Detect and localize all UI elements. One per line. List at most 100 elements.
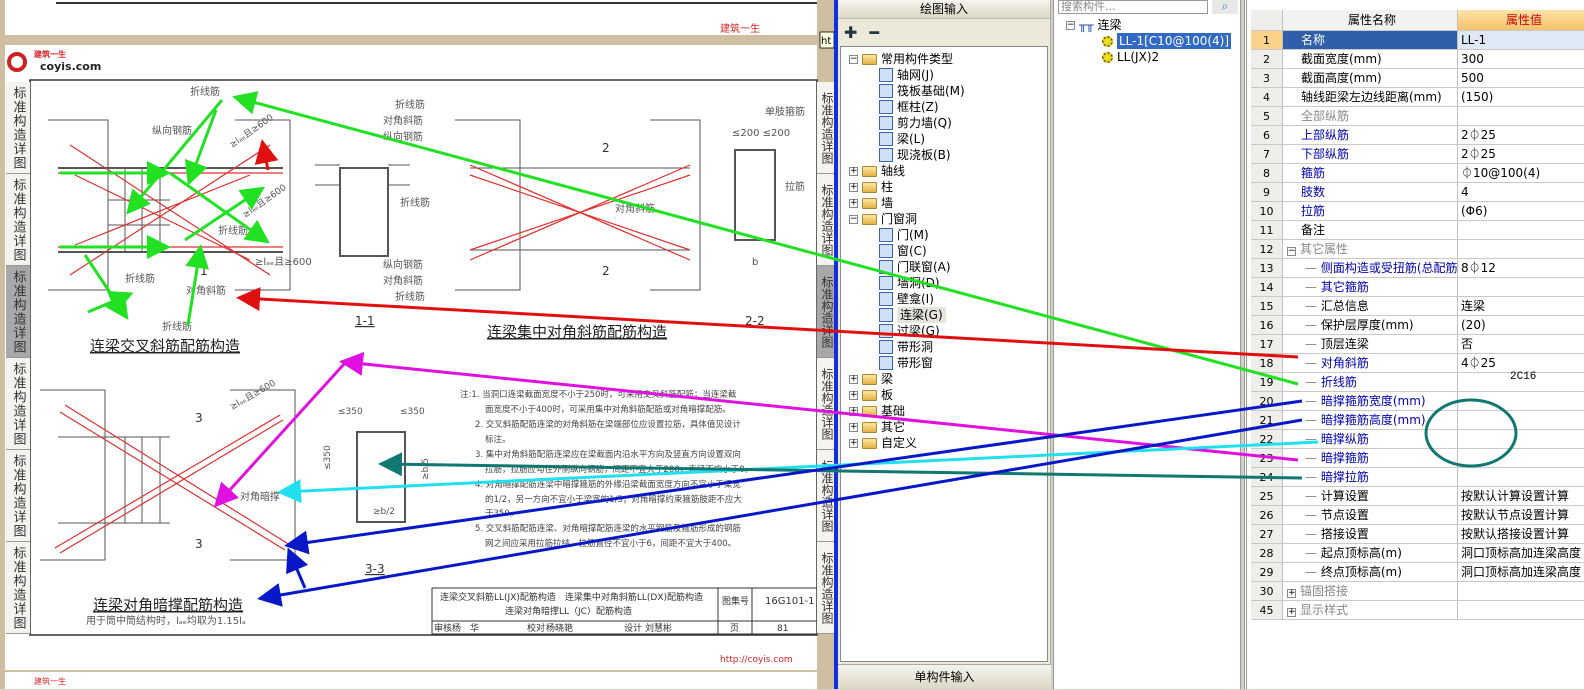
list-item[interactable]: LL(JX)2 [1102,49,1159,65]
tree-item[interactable]: 过梁(G) [879,323,940,339]
property-value[interactable]: 2⏀25 [1458,145,1584,163]
tab-single-component-input[interactable]: 单构件输入 [838,664,1051,689]
collapse-icon[interactable]: − [849,54,858,64]
property-value[interactable] [1458,221,1584,239]
property-value[interactable]: 连梁 [1458,297,1584,315]
tree-item[interactable]: 筏板基础(M) [879,83,965,99]
tree-item[interactable]: 框柱(Z) [879,99,939,115]
right-tab[interactable]: 标准构造详图 [817,174,834,266]
property-value[interactable]: 否 [1458,335,1584,353]
tree-item[interactable]: 壁龛(I) [879,291,934,307]
property-row[interactable]: 1 名称 LL-1 [1251,31,1584,50]
expand-all-icon[interactable]: ✚ [844,23,857,42]
property-row[interactable]: 13— 侧面构造或受扭筋(总配筋值)8⏀12 [1251,259,1584,278]
property-row[interactable]: 28— 起点顶标高(m) 洞口顶标高加连梁高度 [1251,544,1584,563]
property-row[interactable]: 10 拉筋 (Φ6) [1251,202,1584,221]
tree-item[interactable]: 带形洞 [879,339,933,355]
property-value[interactable]: 按默认搭接设置计算 [1458,525,1584,543]
side-tab-selected[interactable]: 标准构造详图 [6,266,30,358]
property-row[interactable]: 5 全部纵筋 [1251,107,1584,126]
expand-icon[interactable]: + [849,422,858,432]
tab-drawing-input[interactable]: 绘图输入 [838,0,1050,19]
property-value[interactable]: LL-1 [1458,31,1584,49]
collapse-icon[interactable]: − [849,214,858,224]
property-row[interactable]: 21— 暗撑箍筋高度(mm) [1251,411,1584,430]
property-row[interactable]: 9 肢数 4 [1251,183,1584,202]
right-tab[interactable]: 标准构造详图 [817,266,834,358]
property-value[interactable] [1458,430,1584,448]
property-row[interactable]: 8 箍筋 ⏀10@100(4) [1251,164,1584,183]
property-row[interactable]: 20— 暗撑箍筋宽度(mm) [1251,392,1584,411]
side-tab[interactable]: 标准构造详图 [6,82,30,174]
property-value[interactable]: 按默认节点设置计算 [1458,506,1584,524]
property-row[interactable]: 25— 计算设置 按默认计算设置计算 [1251,487,1584,506]
tree-item[interactable]: 门(M) [879,227,929,243]
list-root[interactable]: − ╥╥ 连梁 [1066,17,1121,33]
tree-item[interactable]: − 常用构件类型 [849,51,953,67]
property-row[interactable]: 19— 折线筋 [1251,373,1584,392]
side-tab[interactable]: 标准构造详图 [6,174,30,266]
property-row[interactable]: 29— 终点顶标高(m) 洞口顶标高加连梁高度 [1251,563,1584,582]
tree-item[interactable]: + 柱 [849,179,893,195]
tree-item[interactable]: 梁(L) [879,131,925,147]
property-value[interactable]: 洞口顶标高加连梁高度 [1458,563,1584,581]
tree-item[interactable]: 现浇板(B) [879,147,951,163]
side-tab[interactable]: 标准构造详图 [6,450,30,542]
tree-item[interactable]: − 门窗洞 [849,211,917,227]
expand-icon[interactable]: + [1287,608,1296,617]
tree-item[interactable]: + 基础 [849,403,905,419]
property-value[interactable]: 4⏀25 [1458,354,1584,372]
property-value[interactable] [1458,107,1584,125]
tree-item[interactable]: 窗(C) [879,243,927,259]
tree-item[interactable]: 门联窗(A) [879,259,951,275]
property-value[interactable]: 2⏀25 [1458,126,1584,144]
property-row[interactable]: 17— 顶层连梁否 [1251,335,1584,354]
right-tab[interactable]: 标准构造详图 [817,82,834,174]
property-value[interactable]: (20) [1458,316,1584,334]
property-value[interactable] [1458,278,1584,296]
property-value[interactable]: 8⏀12 [1458,259,1584,277]
property-value[interactable] [1458,392,1584,410]
side-tab[interactable]: 标准构造详图 [6,542,30,634]
list-item[interactable]: LL-1[C10@100(4)] [1102,33,1232,49]
right-tab[interactable]: 标准构造详图 [817,542,834,634]
property-row[interactable]: 3 截面高度(mm) 500 [1251,69,1584,88]
property-value[interactable]: 4 [1458,183,1584,201]
property-value[interactable]: 按默认计算设置计算 [1458,487,1584,505]
tree-item[interactable]: + 板 [849,387,893,403]
property-value[interactable]: 500 [1458,69,1584,87]
property-row[interactable]: 16— 保护层厚度(mm) (20) [1251,316,1584,335]
property-value[interactable] [1458,449,1584,467]
tree-item[interactable]: + 其它 [849,419,905,435]
search-icon[interactable]: ⌕ [1212,0,1238,14]
property-row[interactable]: 15— 汇总信息 连梁 [1251,297,1584,316]
property-row[interactable]: 27— 搭接设置 按默认搭接设置计算 [1251,525,1584,544]
property-value[interactable] [1458,468,1584,486]
property-row[interactable]: 4 轴线距梁左边线距离(mm) (150) [1251,88,1584,107]
expand-icon[interactable]: + [849,182,858,192]
property-value[interactable]: 300 [1458,50,1584,68]
tree-item[interactable]: 轴网(J) [879,67,934,83]
tree-item[interactable]: + 梁 [849,371,893,387]
right-tab[interactable]: 标准构造详图 [817,450,834,542]
tree-item[interactable]: + 墙 [849,195,893,211]
property-row[interactable]: 14— 其它箍筋 [1251,278,1584,297]
collapse-all-icon[interactable]: ━ [869,23,879,42]
drawing-viewer[interactable]: 建筑一生 建筑一生 coyis.com 折线筋 纵向钢筋 折线筋 对角斜筋 折线… [0,0,834,689]
property-value[interactable]: (Φ6) [1458,202,1584,220]
collapse-icon[interactable]: − [1287,247,1296,256]
tree-item[interactable]: 墙洞(D) [879,275,940,291]
expand-icon[interactable]: + [849,438,858,448]
property-row[interactable]: 22— 暗撑纵筋 [1251,430,1584,449]
expand-icon[interactable]: + [849,166,858,176]
property-row[interactable]: 23— 暗撑箍筋 [1251,449,1584,468]
property-value[interactable]: ⏀10@100(4) [1458,164,1584,182]
property-row[interactable]: 11 备注 [1251,221,1584,240]
property-row[interactable]: 18— 对角斜筋 4⏀25 [1251,354,1584,373]
side-tab[interactable]: 标准构造详图 [6,358,30,450]
expand-icon[interactable]: + [849,406,858,416]
property-row[interactable]: 2 截面宽度(mm) 300 [1251,50,1584,69]
expand-icon[interactable]: + [849,374,858,384]
property-value[interactable] [1458,240,1584,258]
expand-icon[interactable]: + [849,198,858,208]
